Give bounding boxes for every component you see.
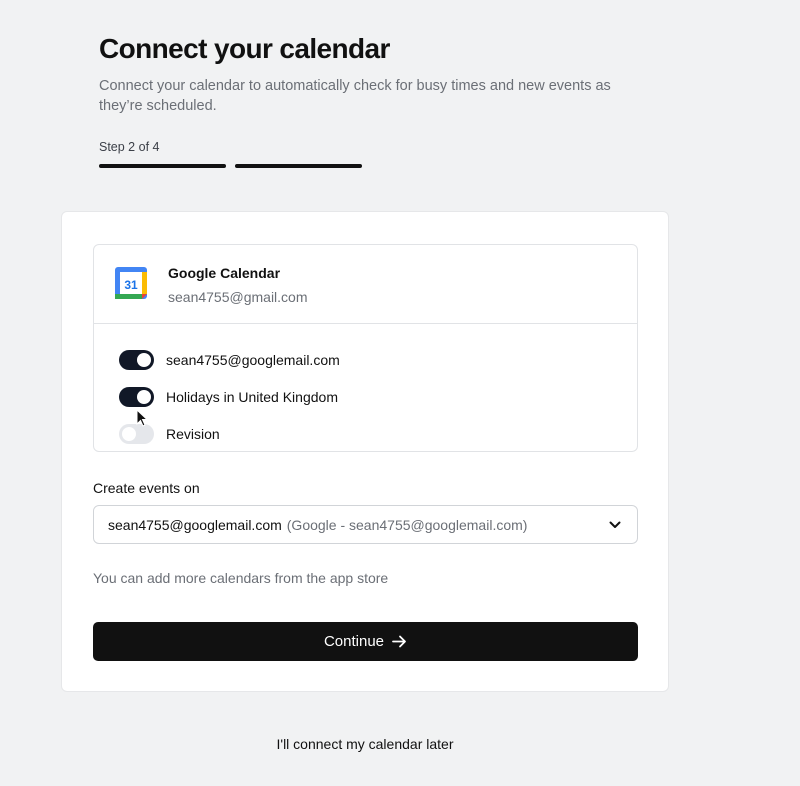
calendar-item-label: sean4755@googlemail.com	[166, 351, 340, 368]
onboarding-page: Connect your calendar Connect your calen…	[0, 0, 800, 786]
calendar-item-label: Holidays in United Kingdom	[166, 388, 338, 405]
calendar-item: Holidays in United Kingdom	[119, 378, 340, 415]
mouse-cursor-icon	[136, 409, 149, 427]
calendar-item: sean4755@googlemail.com	[119, 341, 340, 378]
continue-button-label: Continue	[323, 633, 385, 650]
step-bar-2	[235, 164, 362, 168]
step-progress	[99, 164, 362, 168]
calendar-card: 31 Google Calendar sean4755@gmail.com se…	[61, 211, 669, 692]
select-value: sean4755@googlemail.com	[108, 516, 282, 533]
calendar-toggle[interactable]	[119, 349, 154, 370]
arrow-right-icon	[392, 635, 406, 648]
google-calendar-icon: 31	[115, 267, 147, 299]
calendar-toggle[interactable]	[119, 386, 154, 407]
integration-header: 31 Google Calendar sean4755@gmail.com	[94, 245, 637, 324]
page-subtitle: Connect your calendar to automatically c…	[99, 78, 611, 114]
integration-name: Google Calendar	[168, 265, 281, 281]
integration-panel: 31 Google Calendar sean4755@gmail.com se…	[93, 244, 638, 452]
connect-later-link[interactable]: I'll connect my calendar later	[0, 736, 730, 752]
page-title: Connect your calendar	[99, 33, 390, 64]
create-events-label: Create events on	[93, 480, 200, 496]
step-indicator-label: Step 2 of 4	[99, 140, 160, 154]
calendar-item-label: Revision	[166, 425, 220, 442]
calendar-list: sean4755@googlemail.com Holidays in Unit…	[119, 341, 340, 452]
helper-text: You can add more calendars from the app …	[93, 570, 389, 586]
chevron-down-icon	[609, 521, 621, 528]
continue-button[interactable]: Continue	[93, 622, 638, 661]
svg-text:31: 31	[124, 278, 138, 292]
integration-email: sean4755@gmail.com	[168, 289, 308, 305]
calendar-item: Revision	[119, 415, 340, 452]
create-events-select[interactable]: sean4755@googlemail.com (Google - sean47…	[93, 505, 638, 544]
select-detail: (Google - sean4755@googlemail.com)	[286, 516, 528, 533]
step-bar-1	[99, 164, 226, 168]
